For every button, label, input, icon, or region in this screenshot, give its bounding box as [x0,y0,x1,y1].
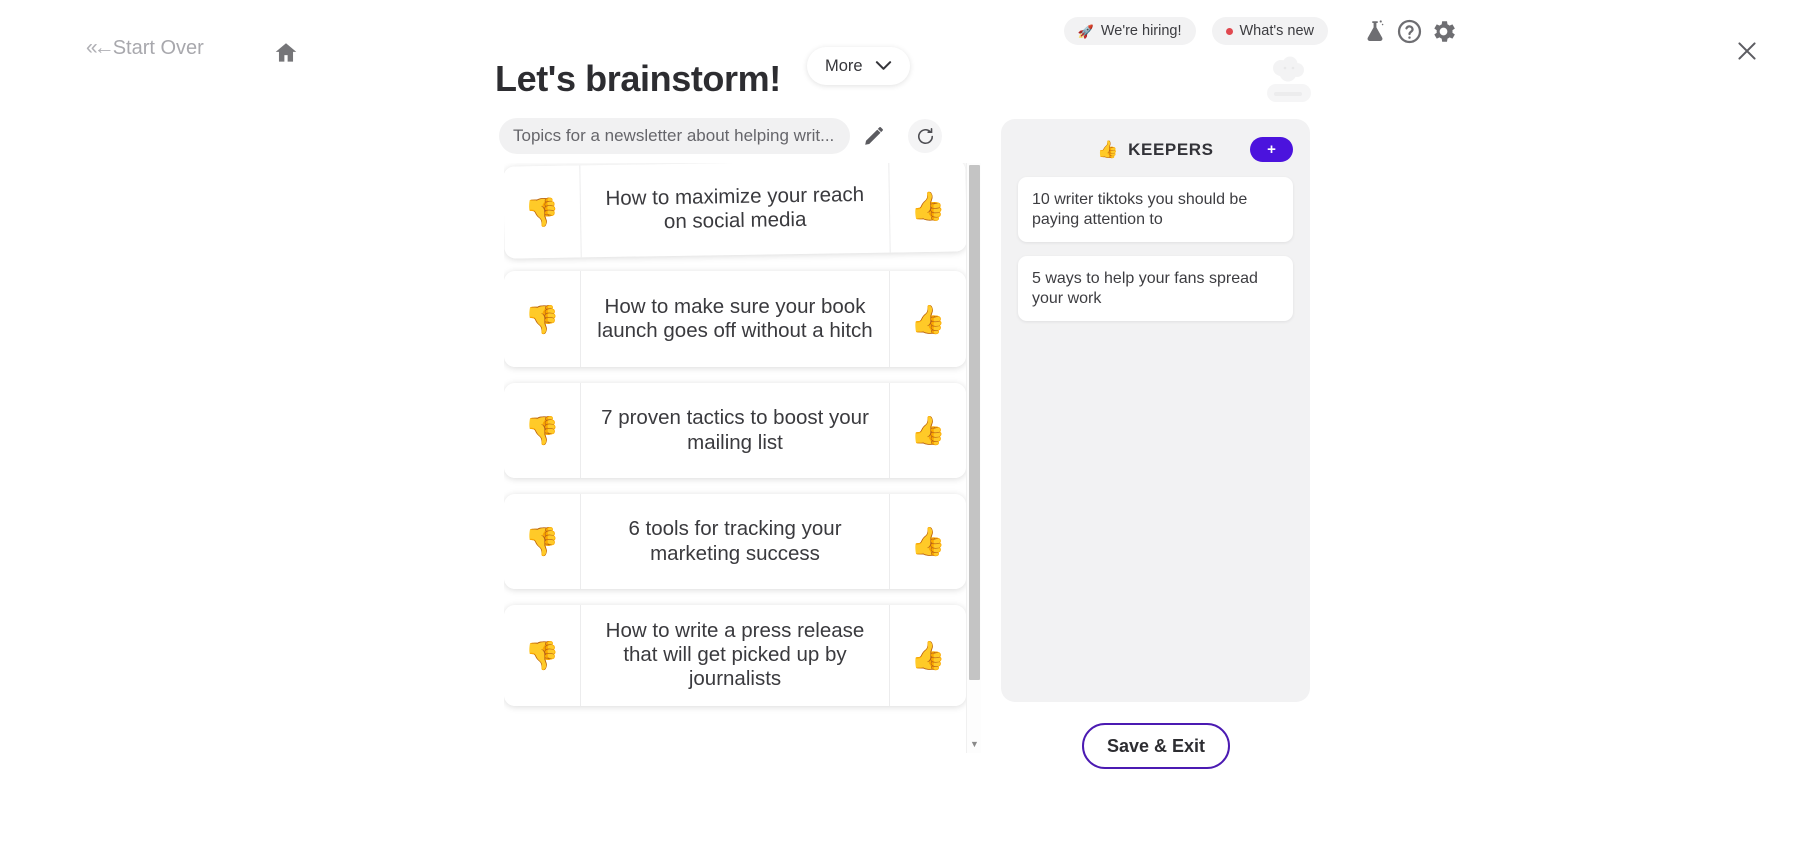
thumbs-up-icon: 👍 [1097,140,1120,159]
save-and-exit-button[interactable]: Save & Exit [1082,723,1230,769]
ideas-scrollbar[interactable]: ▼ [966,163,981,753]
chevron-down-icon [875,57,892,76]
idea-card[interactable]: 👎 How to maximize your reach on social m… [504,163,966,259]
thumbs-down-icon[interactable]: 👎 [504,605,581,706]
hiring-button[interactable]: 🚀 We're hiring! [1063,17,1196,45]
prompt-value[interactable]: Topics for a newsletter about helping wr… [499,118,851,154]
idea-card[interactable]: 👎 How to make sure your book launch goes… [504,271,966,367]
thumbs-down-icon[interactable]: 👎 [504,494,581,589]
back-arrows-icon: «← [86,36,115,59]
prompt-row: Topics for a newsletter about helping wr… [499,118,943,154]
idea-text[interactable]: 6 tools for tracking your marketing succ… [581,494,889,589]
idea-text[interactable]: How to write a press release that will g… [581,605,889,706]
thumbs-up-icon[interactable]: 👍 [889,494,966,589]
whats-new-button[interactable]: What's new [1211,17,1328,45]
flask-icon[interactable] [1358,14,1392,48]
thumbs-up-icon[interactable]: 👍 [889,383,966,478]
thumbs-up-icon[interactable]: 👍 [888,163,966,253]
thumbs-down-icon[interactable]: 👎 [504,165,582,259]
keepers-title-group: 👍 KEEPERS [1097,140,1213,160]
scroll-down-arrow-icon[interactable]: ▼ [970,740,979,749]
start-over-button[interactable]: «← Start Over [86,36,297,62]
help-circle-icon[interactable] [1392,14,1426,48]
idea-text[interactable]: 7 proven tactics to boost your mailing l… [581,383,889,478]
notification-dot-icon [1225,27,1233,35]
idea-text[interactable]: How to make sure your book launch goes o… [581,271,889,367]
thumbs-down-icon[interactable]: 👎 [504,271,581,367]
ideas-scroll-area[interactable]: 👎 How to maximize your reach on social m… [504,163,966,753]
home-icon[interactable] [271,40,301,72]
keepers-header: 👍 KEEPERS + [1018,135,1293,165]
more-button[interactable]: More [807,47,910,85]
hiring-label: We're hiring! [1100,23,1182,39]
keepers-title: KEEPERS [1128,140,1214,159]
idea-card[interactable]: 👎 7 proven tactics to boost your mailing… [504,383,966,478]
top-toolbar: 🚀 We're hiring! What's new [1063,0,1460,62]
gear-icon[interactable] [1426,14,1460,48]
start-over-label: Start Over [112,36,204,59]
add-keeper-button[interactable]: + [1250,137,1293,162]
keeper-card[interactable]: 10 writer tiktoks you should be paying a… [1018,177,1293,243]
brainstorm-screen: «← Start Over 🚀 We're hiring! What's new [0,0,1800,850]
close-icon[interactable] [1732,36,1762,66]
thumbs-up-icon[interactable]: 👍 [889,271,966,367]
rocket-icon: 🚀 [1077,23,1094,39]
pencil-icon[interactable] [862,124,886,148]
thumbs-down-icon[interactable]: 👎 [504,383,581,478]
refresh-icon[interactable] [908,119,943,153]
more-label: More [825,56,863,75]
idea-text[interactable]: How to maximize your reach on social med… [580,163,889,257]
ideas-list: 👎 How to maximize your reach on social m… [504,163,984,753]
keepers-panel: 👍 KEEPERS + 10 writer tiktoks you should… [1001,119,1310,702]
keeper-card[interactable]: 5 ways to help your fans spread your wor… [1018,256,1293,322]
idea-card[interactable]: 👎 6 tools for tracking your marketing su… [504,494,966,589]
idea-card[interactable]: 👎 How to write a press release that will… [504,605,966,706]
whats-new-label: What's new [1239,23,1315,39]
page-title: Let's brainstorm! [495,58,781,99]
thumbs-up-icon[interactable]: 👍 [889,605,966,706]
scrollbar-thumb[interactable] [969,165,980,680]
mascot-avatar [1259,54,1319,106]
